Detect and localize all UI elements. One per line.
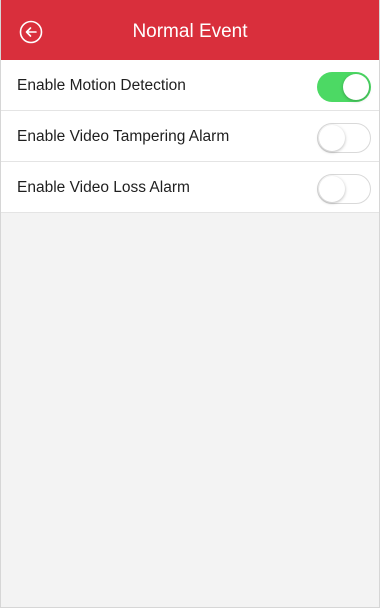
video-loss-toggle[interactable] bbox=[317, 174, 371, 204]
page-title: Normal Event bbox=[132, 21, 248, 42]
setting-row-motion-detection: Enable Motion Detection bbox=[1, 60, 379, 111]
toggle-knob bbox=[319, 176, 345, 202]
toggle-knob bbox=[343, 74, 369, 100]
settings-list: Enable Motion Detection Enable Video Tam… bbox=[1, 60, 379, 213]
setting-row-video-tampering: Enable Video Tampering Alarm bbox=[1, 111, 379, 162]
toggle-knob bbox=[319, 125, 345, 151]
video-tampering-toggle[interactable] bbox=[317, 123, 371, 153]
setting-label-video-loss: Enable Video Loss Alarm bbox=[17, 179, 190, 196]
motion-detection-toggle[interactable] bbox=[317, 72, 371, 102]
setting-label-motion-detection: Enable Motion Detection bbox=[17, 77, 186, 94]
app-screen: Normal Event Enable Motion Detection Ena… bbox=[0, 0, 380, 608]
top-bar: Normal Event bbox=[1, 0, 379, 60]
setting-row-video-loss: Enable Video Loss Alarm bbox=[1, 162, 379, 213]
setting-label-video-tampering: Enable Video Tampering Alarm bbox=[17, 128, 230, 145]
